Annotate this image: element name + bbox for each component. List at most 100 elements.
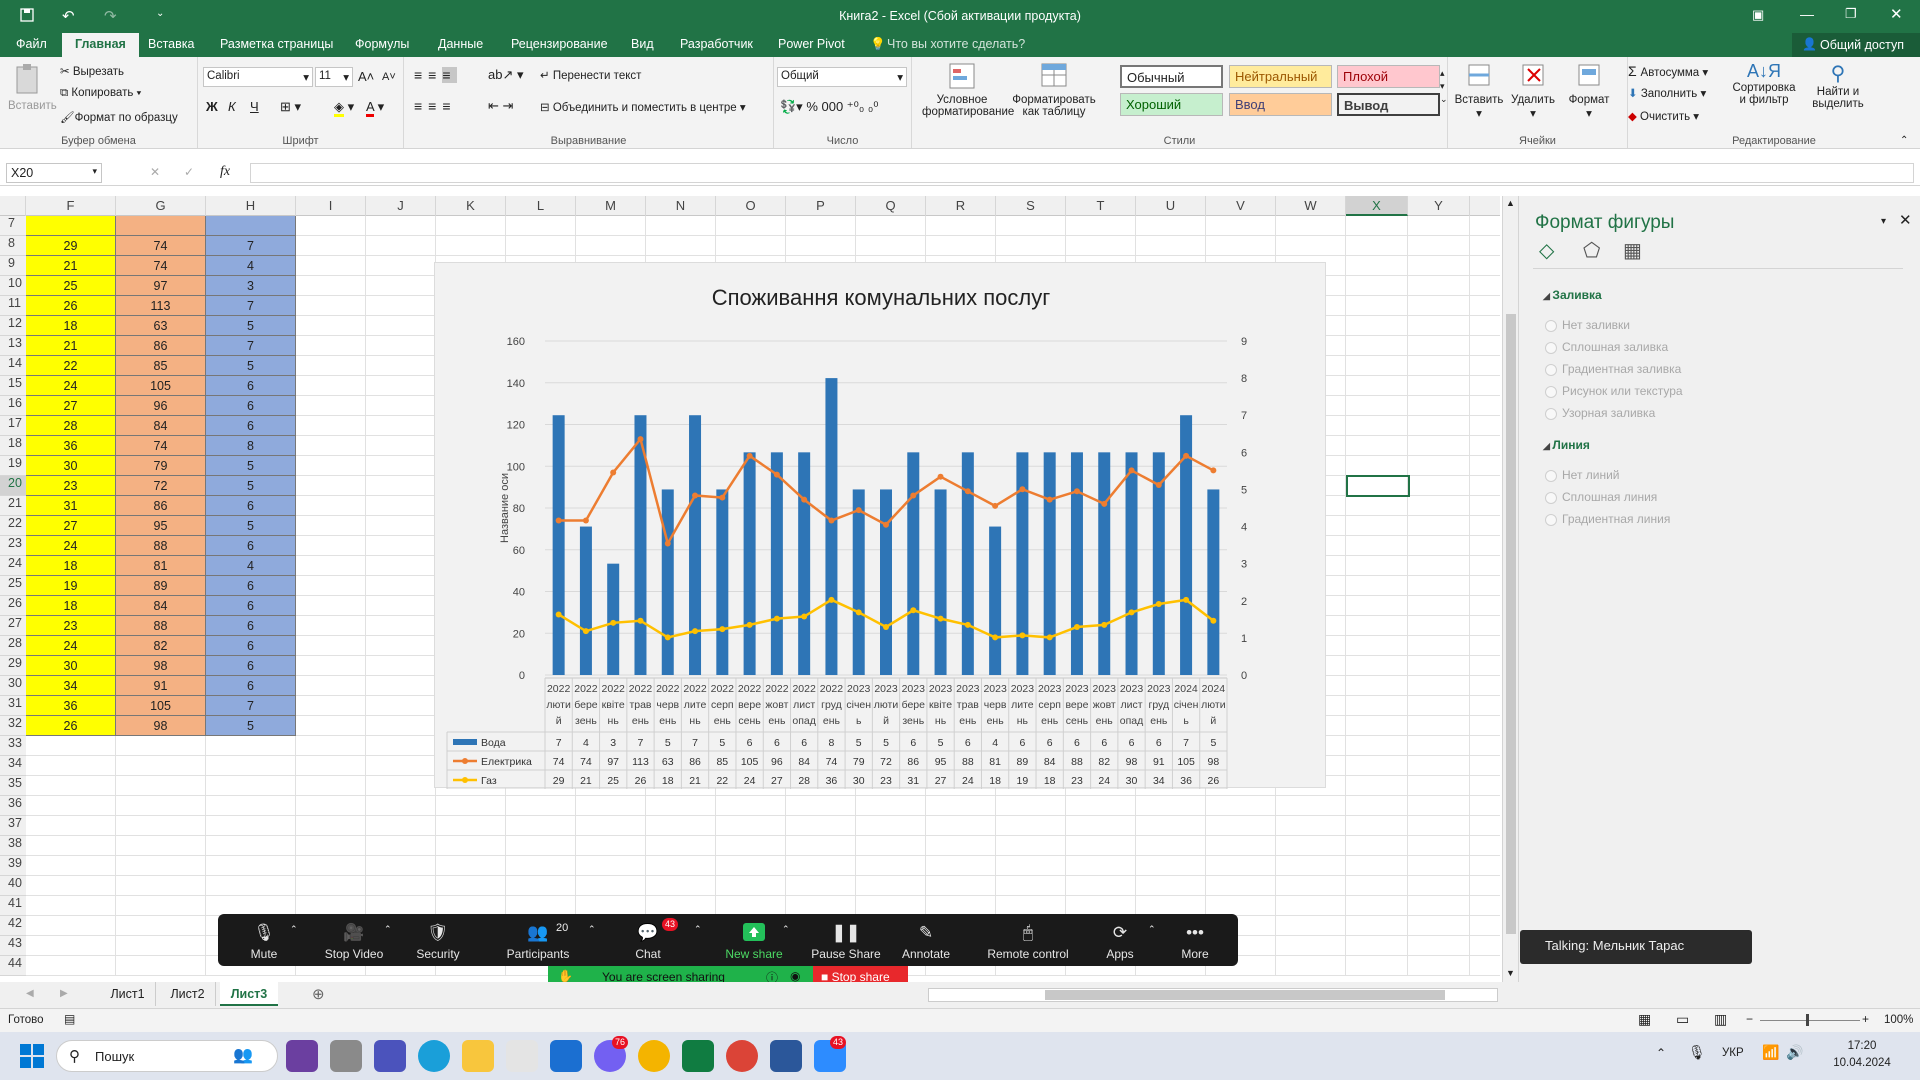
row-header[interactable]: 37 — [0, 816, 26, 836]
autosum-button[interactable]: Σ Автосумма ▾ — [1628, 63, 1708, 79]
excel-icon[interactable] — [682, 1040, 714, 1072]
table-cell[interactable]: 4 — [206, 556, 296, 576]
row-header[interactable]: 27 — [0, 616, 26, 636]
vertical-scrollbar[interactable]: ▲ ▼ — [1502, 196, 1518, 982]
row-header[interactable]: 34 — [0, 756, 26, 776]
row-header[interactable]: 38 — [0, 836, 26, 856]
column-header[interactable]: O — [716, 196, 786, 216]
horizontal-scroll-thumb[interactable] — [1045, 990, 1445, 1000]
column-header[interactable]: G — [116, 196, 206, 216]
column-header[interactable]: T — [1066, 196, 1136, 216]
tab-view[interactable]: Вид — [631, 37, 654, 51]
tell-me-input[interactable]: Что вы хотите сделать? — [887, 37, 1025, 51]
row-header[interactable]: 28 — [0, 636, 26, 656]
conditional-format-button[interactable]: Условное форматирование — [922, 61, 1014, 118]
row-header[interactable]: 22 — [0, 516, 26, 536]
share-options-icon[interactable]: ⌃ — [782, 924, 790, 935]
italic-button[interactable]: К — [228, 99, 236, 114]
stop-video-button[interactable]: 🎥 Stop Video — [314, 914, 394, 966]
row-header[interactable]: 12 — [0, 316, 26, 336]
row-header[interactable]: 7 — [0, 216, 26, 236]
table-cell[interactable]: 27 — [26, 396, 116, 416]
line-section-header[interactable]: ◢ Линия — [1543, 438, 1590, 452]
column-header[interactable]: J — [366, 196, 436, 216]
file-explorer-icon[interactable] — [462, 1040, 494, 1072]
table-cell[interactable]: 79 — [116, 456, 206, 476]
format-as-table-button[interactable]: Форматировать как таблицу — [1012, 61, 1096, 118]
mute-options-icon[interactable]: ⌃ — [290, 924, 298, 935]
table-cell[interactable]: 96 — [116, 396, 206, 416]
column-header[interactable]: H — [206, 196, 296, 216]
restore-icon[interactable]: ❐ — [1845, 6, 1857, 22]
column-header[interactable]: N — [646, 196, 716, 216]
selected-cell[interactable] — [1346, 475, 1410, 497]
table-cell[interactable]: 8 — [206, 436, 296, 456]
column-header[interactable]: W — [1276, 196, 1346, 216]
table-cell[interactable]: 63 — [116, 316, 206, 336]
table-cell[interactable]: 84 — [116, 596, 206, 616]
row-header[interactable]: 9 — [0, 256, 26, 276]
styles-scroll-icon[interactable]: ▴ ▾ ⌄ — [1440, 67, 1448, 106]
share-button[interactable]: 👤 Общий доступ — [1792, 33, 1920, 57]
table-cell[interactable]: 6 — [206, 636, 296, 656]
table-cell[interactable]: 36 — [26, 436, 116, 456]
insert-function-icon[interactable]: fx — [220, 164, 230, 180]
option-gradient-line[interactable]: Градиентная линия — [1544, 512, 1670, 526]
table-cell[interactable]: 6 — [206, 496, 296, 516]
row-header[interactable]: 23 — [0, 536, 26, 556]
table-cell[interactable]: 74 — [116, 436, 206, 456]
pane-close-icon[interactable]: ✕ — [1899, 211, 1912, 229]
edge-icon[interactable] — [418, 1040, 450, 1072]
table-cell[interactable]: 24 — [26, 376, 116, 396]
participants-button[interactable]: 👥 Participants — [494, 914, 582, 966]
table-cell[interactable]: 36 — [26, 696, 116, 716]
number-format-select[interactable]: Общий ▾ — [777, 67, 907, 87]
table-cell[interactable]: 26 — [26, 716, 116, 736]
table-cell[interactable]: 3 — [206, 276, 296, 296]
table-cell[interactable]: 18 — [26, 556, 116, 576]
font-size-select[interactable]: 11 ▾ — [315, 67, 353, 87]
column-header[interactable]: L — [506, 196, 576, 216]
drag-icon[interactable]: ✋ — [558, 969, 573, 983]
fill-button[interactable]: ⬇ Заполнить ▾ — [1628, 86, 1706, 100]
grow-font-icon[interactable]: A˄ — [358, 69, 374, 84]
style-input[interactable]: Ввод — [1229, 93, 1332, 116]
table-cell[interactable]: 5 — [206, 316, 296, 336]
table-cell[interactable]: 86 — [116, 496, 206, 516]
column-header[interactable]: X — [1346, 196, 1408, 216]
tab-home[interactable]: Главная — [62, 33, 139, 57]
chart[interactable]: Споживання комунальних послуг 0 20 40 60 80 10… — [434, 262, 1326, 790]
row-header[interactable]: 43 — [0, 936, 26, 956]
table-cell[interactable]: 6 — [206, 376, 296, 396]
shrink-font-icon[interactable]: A˅ — [382, 71, 396, 83]
collapse-ribbon-icon[interactable]: ⌃ — [1900, 135, 1908, 146]
chat-options-icon[interactable]: ⌃ — [694, 924, 702, 935]
tab-file[interactable]: Файл — [16, 37, 47, 51]
column-header[interactable]: V — [1206, 196, 1276, 216]
tab-developer[interactable]: Разработчик — [680, 37, 753, 51]
close-icon[interactable]: ✕ — [1890, 5, 1903, 23]
table-cell[interactable]: 91 — [116, 676, 206, 696]
row-header[interactable]: 36 — [0, 796, 26, 816]
table-cell[interactable]: 98 — [116, 716, 206, 736]
table-cell[interactable]: 24 — [26, 636, 116, 656]
font-name-select[interactable]: Calibri ▾ — [203, 67, 313, 87]
enter-icon[interactable]: ✓ — [184, 165, 194, 179]
table-cell[interactable]: 86 — [116, 336, 206, 356]
page-break-view-icon[interactable]: ▥ — [1714, 1011, 1727, 1028]
table-cell[interactable]: 26 — [26, 296, 116, 316]
table-cell[interactable]: 29 — [26, 236, 116, 256]
table-cell[interactable]: 21 — [26, 336, 116, 356]
cancel-icon[interactable]: ✕ — [150, 165, 160, 179]
table-cell[interactable]: 84 — [116, 416, 206, 436]
apps-options-icon[interactable]: ⌃ — [1148, 924, 1156, 935]
new-share-button[interactable]: New share — [720, 914, 788, 966]
wrap-text-button[interactable]: ↵ Перенести текст — [540, 68, 641, 82]
style-neutral[interactable]: Нейтральный — [1229, 65, 1332, 88]
clock-date[interactable]: 10.04.2024 — [1820, 1057, 1904, 1069]
table-cell[interactable]: 105 — [116, 376, 206, 396]
row-header[interactable]: 26 — [0, 596, 26, 616]
row-header[interactable]: 21 — [0, 496, 26, 516]
font-color-icon[interactable]: A ▾ — [366, 99, 384, 117]
zoom-level[interactable]: 100% — [1884, 1014, 1913, 1026]
